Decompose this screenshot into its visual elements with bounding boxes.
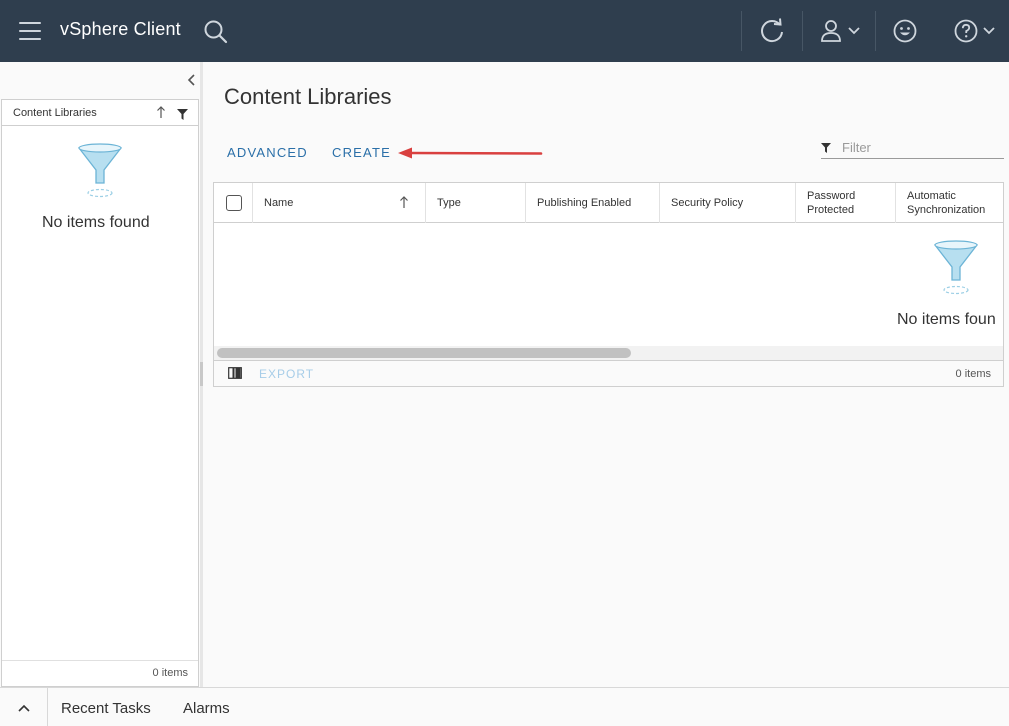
left-navigator-panel: Content Libraries No items found 0 items (0, 62, 201, 687)
column-publishing-enabled[interactable]: Publishing Enabled (526, 183, 660, 223)
filter-icon (821, 143, 831, 153)
column-automatic-synchronization-label: Automatic Synchronization (907, 190, 986, 216)
tree-column-title: Content Libraries (13, 107, 97, 119)
grid-body: No items foun (214, 224, 1003, 346)
main-content: Content Libraries ADVANCED CREATE Name T… (203, 62, 1009, 687)
column-name[interactable]: Name (253, 183, 426, 223)
select-all-checkbox[interactable] (226, 195, 242, 211)
content-libraries-grid: Name Type Publishing Enabled Security Po… (213, 182, 1004, 387)
grid-header-row: Name Type Publishing Enabled Security Po… (214, 183, 1003, 223)
filter-box (821, 136, 1004, 159)
grid-footer: EXPORT 0 items (214, 360, 1003, 386)
column-automatic-synchronization[interactable]: Automatic Synchronization (896, 183, 1003, 223)
header-divider (802, 11, 803, 51)
help-menu-button[interactable] (954, 14, 998, 48)
scrollbar-thumb[interactable] (217, 348, 631, 358)
content-library-tree: Content Libraries No items found 0 items (1, 99, 199, 687)
refresh-icon (761, 18, 783, 43)
top-header: vSphere Client (0, 0, 1009, 62)
column-type-label: Type (437, 197, 461, 209)
filter-input[interactable] (842, 138, 1002, 156)
column-security-policy-label: Security Policy (671, 197, 744, 209)
item-count: 0 items (955, 368, 991, 380)
export-button[interactable]: EXPORT (259, 367, 314, 381)
app-title[interactable]: vSphere Client (60, 19, 181, 40)
chevron-down-icon (983, 27, 995, 35)
feedback-button[interactable] (892, 14, 920, 48)
menu-icon[interactable] (19, 22, 41, 40)
chevron-down-icon (848, 27, 860, 35)
column-name-label: Name (264, 197, 294, 209)
user-menu-button[interactable] (819, 14, 865, 48)
select-all-column (214, 183, 253, 223)
collapse-panel-button[interactable] (184, 72, 198, 88)
user-icon (821, 20, 841, 42)
page-title: Content Libraries (224, 84, 392, 109)
expand-tasks-button[interactable] (0, 688, 48, 726)
tree-column-header[interactable]: Content Libraries (2, 100, 198, 126)
smiley-icon (893, 19, 917, 43)
tree-footer: 0 items (2, 660, 198, 686)
help-icon (954, 19, 978, 43)
create-button[interactable]: CREATE (332, 145, 391, 160)
tab-recent-tasks[interactable]: Recent Tasks (61, 700, 151, 717)
annotation-arrow (398, 147, 543, 159)
empty-funnel-icon (933, 240, 979, 295)
column-toggle-icon[interactable] (228, 367, 242, 379)
bottom-tasks-bar: Recent Tasks Alarms (0, 687, 1009, 726)
column-password-protected-label: Password Protected (807, 190, 856, 216)
sort-ascending-icon[interactable] (156, 105, 166, 119)
chevron-left-icon (187, 74, 195, 86)
empty-message: No items found (42, 214, 150, 231)
header-divider (875, 11, 876, 51)
chevron-up-icon (18, 704, 30, 712)
advanced-button[interactable]: ADVANCED (227, 145, 308, 160)
search-icon[interactable] (203, 19, 229, 45)
column-password-protected[interactable]: Password Protected (796, 183, 896, 223)
tab-alarms[interactable]: Alarms (183, 700, 230, 717)
column-type[interactable]: Type (426, 183, 526, 223)
refresh-button[interactable] (758, 14, 788, 48)
item-count: 0 items (152, 667, 188, 679)
horizontal-scrollbar[interactable] (214, 346, 1003, 360)
empty-message: No items foun (897, 311, 996, 328)
header-divider (741, 11, 742, 51)
filter-icon[interactable] (177, 109, 188, 120)
empty-funnel-icon (77, 143, 123, 198)
column-security-policy[interactable]: Security Policy (660, 183, 796, 223)
sort-ascending-icon[interactable] (399, 195, 409, 209)
column-publishing-enabled-label: Publishing Enabled (537, 197, 632, 209)
